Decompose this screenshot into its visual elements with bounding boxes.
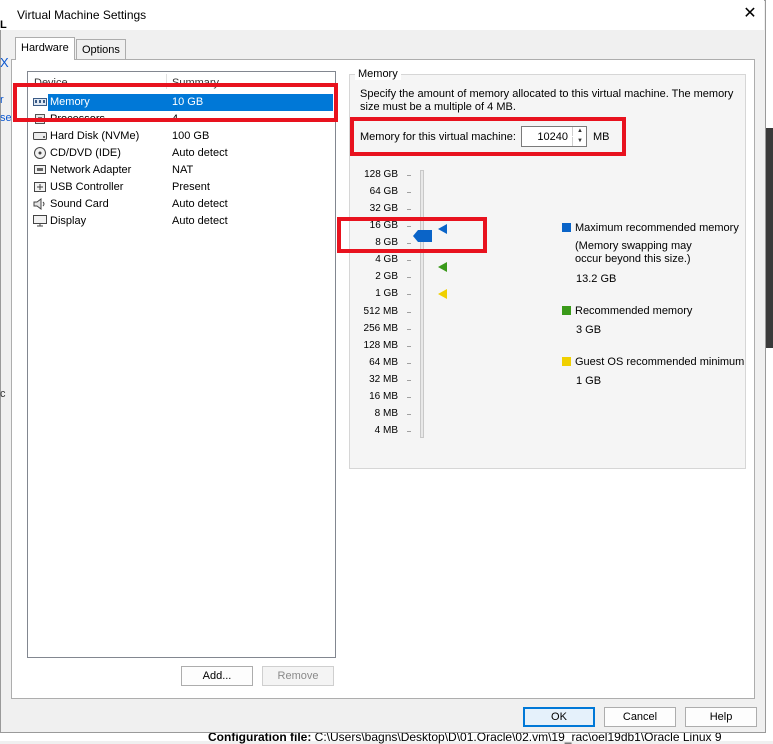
add-hardware-button[interactable]: Add... xyxy=(181,666,253,686)
device-summary: Auto detect xyxy=(172,198,228,210)
sound-card-icon xyxy=(33,198,47,210)
max-recommended-swatch xyxy=(562,223,571,232)
scale-tick-mark xyxy=(407,431,411,433)
recommended-marker-icon xyxy=(438,262,447,272)
guest-min-marker-icon xyxy=(438,289,447,299)
device-row-cd-dvd-ide[interactable]: CD/DVD (IDE) Auto detect xyxy=(32,145,334,162)
background-fragment: c xyxy=(0,388,6,400)
scale-tick-mark xyxy=(407,209,411,211)
guest-min-swatch xyxy=(562,357,571,366)
tab-options[interactable]: Options xyxy=(76,39,126,59)
device-summary: NAT xyxy=(172,164,194,176)
device-row-hard-disk-nvme[interactable]: Hard Disk (NVMe) 100 GB xyxy=(32,128,334,145)
scale-tick-mark xyxy=(407,413,411,415)
scale-tick-label: 4 GB xyxy=(375,254,398,266)
memory-group-label: Memory xyxy=(355,68,401,80)
tab-hardware[interactable]: Hardware xyxy=(15,37,75,60)
device-name: USB Controller xyxy=(50,181,124,193)
recommended-swatch xyxy=(562,306,571,315)
device-name: Network Adapter xyxy=(50,164,132,176)
scale-tick-label: 256 MB xyxy=(363,322,398,334)
scale-tick-mark xyxy=(407,379,411,381)
scale-tick-mark xyxy=(407,277,411,279)
scale-tick-mark xyxy=(407,311,411,313)
guest-min-value: 1 GB xyxy=(576,375,602,387)
cancel-button[interactable]: Cancel xyxy=(604,707,676,727)
background-fragment: L xyxy=(0,19,7,31)
background-fragment: X xyxy=(0,55,9,70)
window-title: Virtual Machine Settings xyxy=(17,8,147,22)
device-row-sound-card[interactable]: Sound Card Auto detect xyxy=(32,196,334,213)
recommended-value: 3 GB xyxy=(576,324,602,336)
device-name: Display xyxy=(50,215,87,227)
device-row-usb-controller[interactable]: USB Controller Present xyxy=(32,179,334,196)
annotation-box-memory-field xyxy=(350,117,626,156)
scale-tick-label: 64 GB xyxy=(369,186,398,198)
background-fragment: se xyxy=(0,112,12,124)
device-summary: Auto detect xyxy=(172,215,228,227)
scale-tick-label: 32 GB xyxy=(369,203,398,215)
device-name: Hard Disk (NVMe) xyxy=(50,130,140,142)
max-recommended-value: 13.2 GB xyxy=(576,273,617,285)
hard-disk-icon xyxy=(33,130,47,142)
device-row-display[interactable]: Display Auto detect xyxy=(32,213,334,230)
device-name: Sound Card xyxy=(50,198,109,210)
usb-controller-icon xyxy=(33,181,47,193)
scale-tick-mark xyxy=(407,396,411,398)
device-row-network-adapter[interactable]: Network Adapter NAT xyxy=(32,162,334,179)
background-fragment: r xyxy=(0,94,4,106)
help-button[interactable]: Help xyxy=(685,707,757,727)
max-recommended-note: (Memory swapping may occur beyond this s… xyxy=(575,240,692,265)
max-recommended-label: Maximum recommended memory xyxy=(575,222,739,234)
device-summary: 100 GB xyxy=(172,130,210,142)
device-name: CD/DVD (IDE) xyxy=(50,147,121,159)
scale-tick-label: 512 MB xyxy=(363,305,398,317)
scale-tick-mark xyxy=(407,192,411,194)
device-summary: Auto detect xyxy=(172,147,228,159)
scale-tick-label: 8 MB xyxy=(374,407,398,419)
close-icon[interactable]: ✕ xyxy=(741,5,759,23)
scale-tick-label: 2 GB xyxy=(375,271,398,283)
scale-tick-mark xyxy=(407,260,411,262)
scale-tick-mark xyxy=(407,175,411,176)
scale-tick-mark xyxy=(407,362,411,364)
scale-tick-label: 4 MB xyxy=(374,425,398,437)
recommended-label: Recommended memory xyxy=(575,305,693,317)
scale-tick-mark xyxy=(407,345,411,347)
network-adapter-icon xyxy=(33,164,47,176)
scale-tick-mark xyxy=(407,294,411,296)
scale-tick-mark xyxy=(407,328,411,330)
ok-button[interactable]: OK xyxy=(523,707,595,727)
remove-hardware-button[interactable]: Remove xyxy=(262,666,334,686)
annotation-box-slider xyxy=(337,217,487,253)
display-icon xyxy=(33,215,47,227)
memory-slider-track[interactable] xyxy=(420,170,424,438)
scale-tick-label: 64 MB xyxy=(369,356,398,368)
cd-dvd-icon xyxy=(33,147,47,159)
memory-description: Specify the amount of memory allocated t… xyxy=(360,88,734,113)
guest-min-label: Guest OS recommended minimum xyxy=(575,356,745,368)
scale-tick-label: 16 MB xyxy=(369,390,398,402)
scale-tick-label: 128 MB xyxy=(363,339,398,351)
annotation-box-memory-row xyxy=(13,83,338,122)
scale-tick-label: 1 GB xyxy=(375,288,398,300)
scale-tick-label: 32 MB xyxy=(369,373,398,385)
scale-tick-label: 128 GB xyxy=(364,169,398,180)
device-summary: Present xyxy=(172,181,210,193)
